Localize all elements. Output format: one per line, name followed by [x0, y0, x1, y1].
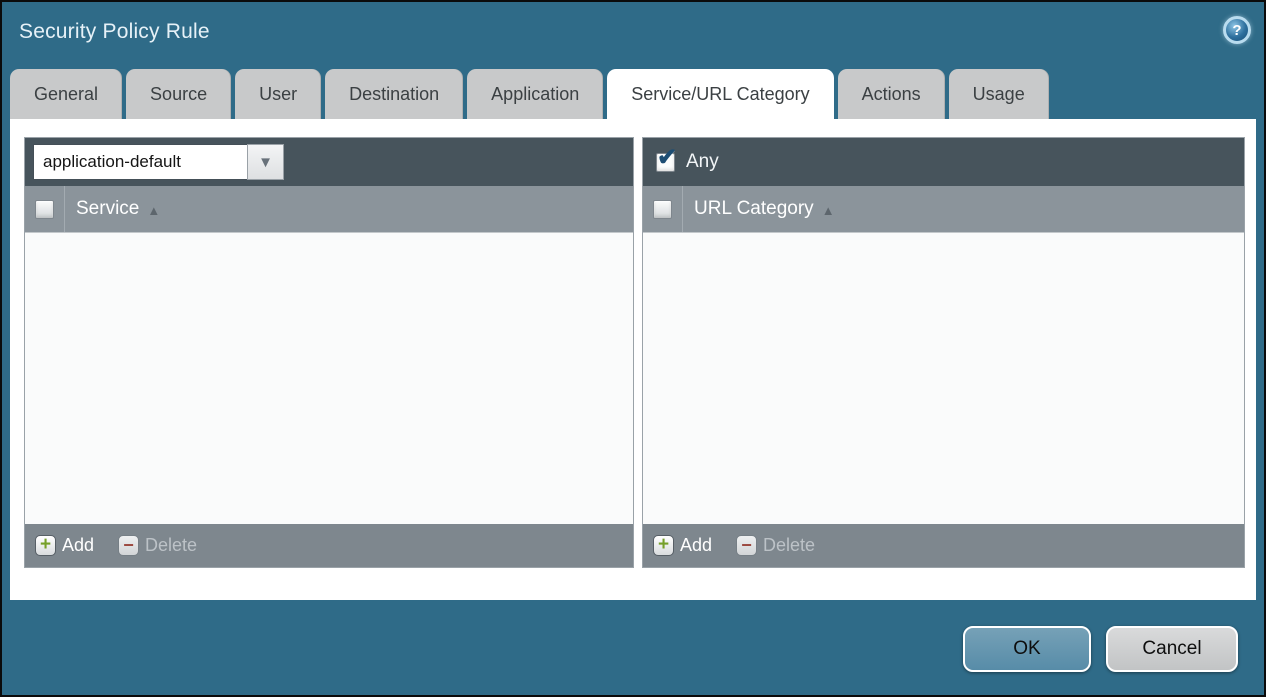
service-panel: ▼ Service ▲ + Add −	[24, 137, 634, 568]
add-plus-icon: +	[653, 535, 674, 556]
tab-label: General	[34, 84, 98, 105]
tab-label: User	[259, 84, 297, 105]
security-policy-rule-dialog: Security Policy Rule ? General Source Us…	[0, 0, 1266, 697]
question-mark-glyph: ?	[1232, 22, 1241, 39]
url-category-column-label-wrap: URL Category ▲	[694, 186, 835, 232]
tab-service-url-category[interactable]: Service/URL Category	[607, 69, 833, 119]
service-column-header[interactable]: Service ▲	[25, 186, 633, 233]
cancel-button[interactable]: Cancel	[1106, 626, 1238, 672]
tab-label: Actions	[862, 84, 921, 105]
service-type-dropdown-button[interactable]: ▼	[247, 144, 284, 180]
url-category-panel: ✔ Any URL Category ▲ + Add	[642, 137, 1245, 568]
add-button-label: Add	[680, 535, 712, 556]
url-category-select-all-cell	[643, 186, 683, 232]
add-button-label: Add	[62, 535, 94, 556]
service-type-input[interactable]	[33, 144, 247, 180]
sort-asc-icon: ▲	[147, 201, 160, 218]
url-category-column-label: URL Category	[694, 198, 814, 220]
any-checkbox-label: Any	[686, 151, 719, 173]
delete-minus-icon: −	[118, 535, 139, 556]
url-category-select-all-checkbox[interactable]	[653, 200, 672, 219]
dialog-action-buttons: OK Cancel	[963, 626, 1238, 672]
service-select-all-checkbox[interactable]	[35, 200, 54, 219]
tab-general[interactable]: General	[10, 69, 122, 119]
tab-source[interactable]: Source	[126, 69, 231, 119]
service-column-label: Service	[76, 198, 139, 220]
service-delete-button[interactable]: − Delete	[118, 535, 197, 556]
delete-minus-icon: −	[736, 535, 757, 556]
url-category-panel-toolbar: ✔ Any	[643, 138, 1244, 186]
service-list	[25, 233, 633, 524]
help-icon[interactable]: ?	[1223, 16, 1251, 44]
url-category-column-header[interactable]: URL Category ▲	[643, 186, 1244, 233]
delete-button-label: Delete	[145, 535, 197, 556]
url-category-delete-button[interactable]: − Delete	[736, 535, 815, 556]
tab-label: Application	[491, 84, 579, 105]
dialog-title: Security Policy Rule	[19, 20, 210, 44]
chevron-down-icon: ▼	[258, 154, 273, 171]
tab-label: Destination	[349, 84, 439, 105]
tab-label: Service/URL Category	[631, 84, 809, 105]
tab-strip: General Source User Destination Applicat…	[10, 69, 1256, 119]
checkmark-icon: ✔	[657, 146, 677, 170]
service-add-button[interactable]: + Add	[35, 535, 94, 556]
tab-application[interactable]: Application	[467, 69, 603, 119]
service-select-all-cell	[25, 186, 65, 232]
service-column-label-wrap: Service ▲	[76, 186, 160, 232]
tab-label: Usage	[973, 84, 1025, 105]
service-type-combobox: ▼	[33, 144, 284, 180]
tab-destination[interactable]: Destination	[325, 69, 463, 119]
tab-actions[interactable]: Actions	[838, 69, 945, 119]
tab-usage[interactable]: Usage	[949, 69, 1049, 119]
add-plus-icon: +	[35, 535, 56, 556]
ok-button[interactable]: OK	[963, 626, 1091, 672]
tab-label: Source	[150, 84, 207, 105]
tab-content-service-url-category: ▼ Service ▲ + Add −	[10, 119, 1256, 600]
sort-asc-icon: ▲	[822, 201, 835, 218]
service-panel-toolbar: ▼	[25, 138, 633, 186]
any-row: ✔ Any	[651, 151, 719, 173]
service-panel-footer: + Add − Delete	[25, 524, 633, 567]
url-category-add-button[interactable]: + Add	[653, 535, 712, 556]
delete-button-label: Delete	[763, 535, 815, 556]
url-category-list	[643, 233, 1244, 524]
url-category-panel-footer: + Add − Delete	[643, 524, 1244, 567]
tab-user[interactable]: User	[235, 69, 321, 119]
any-checkbox[interactable]: ✔	[656, 153, 675, 172]
